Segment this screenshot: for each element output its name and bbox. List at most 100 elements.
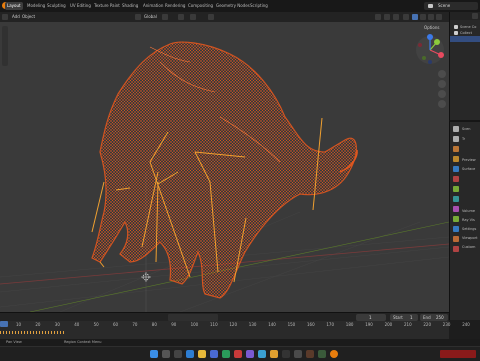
status-bar: Pan View Region Context Menu — [0, 339, 480, 346]
timeline-tick-label: 160 — [307, 322, 315, 327]
shading-wireframe-icon[interactable] — [412, 14, 418, 20]
properties-tab-icon[interactable] — [453, 146, 459, 152]
app-icon-purple[interactable] — [246, 350, 254, 358]
shading-rendered-icon[interactable] — [436, 14, 442, 20]
visibility-icon[interactable] — [375, 14, 381, 20]
workspace-tab-animation[interactable]: Animation — [141, 2, 165, 10]
3d-viewport[interactable]: Options — [0, 22, 449, 312]
workspace-tab-geometry-nodes[interactable]: Geometry Nodes — [214, 2, 252, 10]
keyframe-strip[interactable] — [0, 331, 66, 334]
app-icon-darkgreen[interactable] — [318, 350, 326, 358]
snap-options-icon[interactable] — [190, 14, 196, 20]
workspace-tab-modeling[interactable]: Modeling — [25, 2, 47, 10]
start-frame-field[interactable]: Start 1 — [390, 314, 418, 321]
app-icon-blue[interactable] — [258, 350, 266, 358]
properties-row[interactable]: Volume — [462, 208, 475, 214]
properties-row[interactable]: Surface — [462, 166, 475, 172]
timeline-track[interactable]: 10 20 30 40 50 60 70 80 90 100 110 120 130 140 150 160 1… — [0, 321, 470, 339]
properties-panel[interactable]: Scen Tr Preview Surface Volume Ray Vis Setting… — [449, 120, 480, 320]
current-frame-field[interactable]: 1 — [356, 314, 386, 321]
timeline-tick-label: 220 — [423, 322, 432, 327]
app-icon-green[interactable] — [222, 350, 230, 358]
toolbar-left — [2, 26, 8, 66]
workspace-tab-uv-editing[interactable]: UV Editing — [68, 2, 93, 10]
app-icon-gray[interactable] — [294, 350, 302, 358]
3d-cursor — [141, 272, 151, 282]
properties-row[interactable]: Custom — [462, 244, 475, 250]
viewport-nav-buttons[interactable] — [438, 70, 446, 108]
outliner-row-icon — [454, 25, 458, 29]
transform-orientation-dropdown[interactable]: Global — [142, 13, 159, 21]
timeline-tick-label: 150 — [287, 322, 296, 327]
end-frame-field[interactable]: End 250 — [420, 314, 448, 321]
os-taskbar — [0, 346, 480, 361]
workspace-tab-rendering[interactable]: Rendering — [163, 2, 187, 10]
end-frame-value: 250 — [436, 315, 444, 320]
gizmo-toggle-icon[interactable] — [384, 14, 390, 20]
proportional-edit-icon[interactable] — [208, 14, 214, 20]
properties-row[interactable]: Settings — [462, 226, 476, 232]
shading-material-icon[interactable] — [428, 14, 434, 20]
properties-tab-icon[interactable] — [453, 186, 459, 192]
timeline-tick-label: 170 — [326, 322, 335, 327]
properties-tab-icon[interactable] — [453, 246, 459, 252]
orientation-icon[interactable] — [135, 14, 141, 20]
workspace-tab-texture-paint[interactable]: Texture Paint — [92, 2, 122, 10]
navigation-gizmo[interactable] — [416, 34, 444, 64]
outliner-filter-icon[interactable] — [472, 13, 478, 19]
properties-tab-icon[interactable] — [453, 196, 459, 202]
store-icon[interactable] — [210, 350, 218, 358]
timeline-tick-label: 70 — [132, 322, 138, 327]
gizmo-x-handle — [438, 52, 444, 58]
properties-tab-icon[interactable] — [453, 126, 459, 132]
workspace-tab-sculpting[interactable]: Sculpting — [45, 2, 68, 10]
search-icon[interactable] — [162, 350, 170, 358]
workspace-tab-compositing[interactable]: Compositing — [186, 2, 215, 10]
play-controls[interactable] — [168, 314, 218, 321]
tray-status-bar — [440, 350, 476, 358]
chrome-icon[interactable] — [270, 350, 278, 358]
file-explorer-icon[interactable] — [198, 350, 206, 358]
task-view-icon[interactable] — [174, 350, 182, 358]
properties-tab-icon[interactable] — [453, 226, 459, 232]
properties-tab-icon[interactable] — [453, 136, 459, 142]
timeline-tick-label: 30 — [54, 322, 60, 327]
properties-tab-icon[interactable] — [453, 166, 459, 172]
outliner-panel[interactable]: Scene Co Collect — [449, 12, 480, 120]
properties-tab-icon[interactable] — [453, 206, 459, 212]
blender-taskbar-icon[interactable] — [330, 350, 338, 358]
pivot-icon[interactable] — [162, 14, 168, 20]
app-icon-red[interactable] — [234, 350, 242, 358]
scene-selector[interactable]: Scene — [424, 2, 478, 10]
timeline-tick-label: 100 — [190, 322, 199, 327]
timeline-tick-label: 130 — [248, 322, 257, 327]
options-button[interactable]: Options — [424, 25, 439, 30]
outliner-selected-row[interactable] — [450, 36, 480, 42]
menu-object[interactable]: Object — [20, 13, 37, 21]
snap-icon[interactable] — [178, 14, 184, 20]
viewport-canvas[interactable] — [0, 22, 449, 312]
start-menu-icon[interactable] — [150, 350, 158, 358]
playhead-frame[interactable] — [0, 321, 8, 327]
xray-toggle-icon[interactable] — [403, 14, 409, 20]
app-icon-brown[interactable] — [306, 350, 314, 358]
workspace-tab-layout[interactable]: Layout — [5, 2, 23, 10]
properties-row[interactable]: Preview — [462, 157, 476, 163]
properties-row[interactable]: Ray Vis — [462, 217, 475, 223]
app-icon-dark[interactable] — [282, 350, 290, 358]
edge-browser-icon[interactable] — [186, 350, 194, 358]
editor-type-icon[interactable] — [2, 14, 8, 20]
timeline-tick-label: 240 — [462, 322, 470, 327]
properties-tab-icon[interactable] — [453, 216, 459, 222]
end-frame-label: End — [423, 315, 431, 320]
workspace-tab-shading[interactable]: Shading — [120, 2, 140, 10]
properties-row[interactable]: Viewport — [462, 235, 477, 241]
properties-row[interactable]: Tr — [462, 136, 465, 142]
properties-row[interactable]: Scen — [462, 126, 471, 132]
workspace-tab-scripting[interactable]: Scripting — [248, 2, 270, 10]
properties-tab-icon[interactable] — [453, 176, 459, 182]
shading-solid-icon[interactable] — [420, 14, 426, 20]
properties-tab-icon[interactable] — [453, 156, 459, 162]
properties-tab-icon[interactable] — [453, 236, 459, 242]
overlay-toggle-icon[interactable] — [393, 14, 399, 20]
